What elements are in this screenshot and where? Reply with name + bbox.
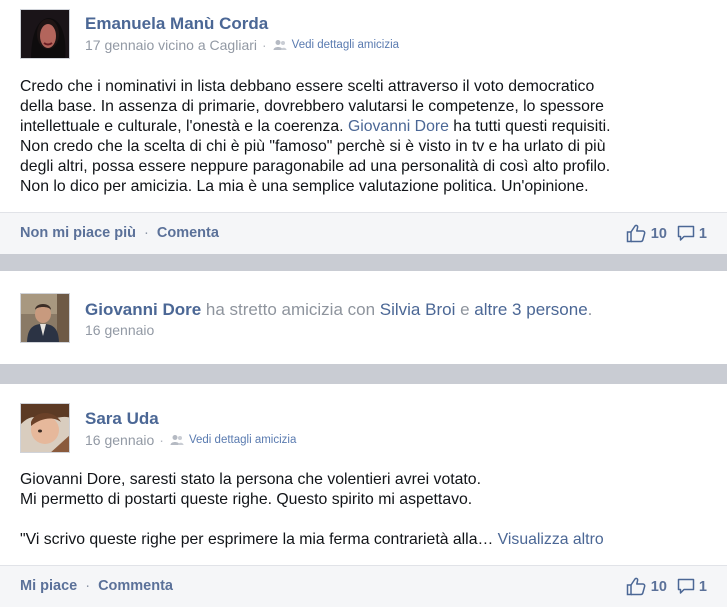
friend-link[interactable]: Silvia Broi — [380, 300, 456, 319]
friendship-details-link[interactable]: Vedi dettagli amicizia — [292, 39, 399, 51]
post-card: Emanuela Manù Corda 17 gennaio vicino a … — [0, 0, 727, 254]
separator: · — [159, 432, 164, 448]
post-date-place[interactable]: 17 gennaio vicino a Cagliari — [85, 37, 257, 53]
activity-card: Giovanni Dore ha stretto amicizia con Si… — [0, 271, 727, 364]
comment-button[interactable]: Comenta — [157, 225, 219, 241]
unlike-button[interactable]: Non mi piace più — [20, 225, 136, 241]
like-count[interactable]: 10 — [651, 579, 667, 595]
post-line: degli altri, possa essere neppure parago… — [20, 158, 611, 175]
avatar[interactable] — [20, 403, 70, 453]
friends-icon — [273, 40, 287, 50]
post-body: Credo che i nominativi in lista debbano … — [20, 77, 611, 197]
see-more-link[interactable]: Visualizza altro — [498, 531, 604, 548]
friendship-details-link[interactable]: Vedi dettagli amicizia — [189, 434, 296, 446]
comment-count[interactable]: 1 — [699, 579, 707, 595]
post-line: Mi permetto di postarti queste righe. Qu… — [20, 491, 473, 508]
post-meta: 16 gennaio — [85, 322, 154, 338]
post-card: Sara Uda 16 gennaio · Vedi dettagli amic… — [0, 384, 727, 607]
post-line: Giovanni Dore, saresti stato la persona … — [20, 471, 481, 488]
friends-icon — [170, 435, 184, 445]
like-count[interactable]: 10 — [651, 226, 667, 242]
author-name[interactable]: Giovanni Dore — [85, 300, 201, 319]
post-date[interactable]: 16 gennaio — [85, 322, 154, 338]
author-name[interactable]: Sara Uda — [85, 409, 159, 429]
post-line: Non lo dico per amicizia. La mia è una s… — [20, 178, 589, 195]
comment-count[interactable]: 1 — [699, 226, 707, 242]
post-line: "Vi scrivo queste righe per esprimere la… — [20, 531, 604, 548]
post-meta: 16 gennaio · Vedi dettagli amicizia — [85, 432, 296, 448]
mention-link[interactable]: Giovanni Dore — [348, 118, 449, 135]
thumbs-up-icon[interactable] — [626, 224, 646, 243]
post-meta: 17 gennaio vicino a Cagliari · Vedi dett… — [85, 37, 399, 53]
others-link[interactable]: altre 3 persone — [474, 300, 587, 319]
activity-text: Giovanni Dore ha stretto amicizia con Si… — [85, 300, 593, 319]
avatar[interactable] — [20, 293, 70, 343]
post-line: Non credo che la scelta di chi è più "fa… — [20, 138, 606, 155]
post-date[interactable]: 16 gennaio — [85, 432, 154, 448]
separator: · — [144, 225, 149, 241]
separator: · — [85, 578, 91, 594]
post-footer: Non mi piace più · Comenta 10 1 — [0, 212, 727, 254]
separator: · — [262, 37, 267, 53]
post-line: Credo che i nominativi in lista debbano … — [20, 78, 595, 95]
post-footer: Mi piace · Commenta 10 1 — [0, 565, 727, 607]
author-name[interactable]: Emanuela Manù Corda — [85, 14, 268, 34]
post-line: della base. In assenza di primarie, dovr… — [20, 98, 604, 115]
comment-button[interactable]: Commenta — [98, 578, 173, 594]
thumbs-up-icon[interactable] — [626, 577, 646, 596]
speech-bubble-icon[interactable] — [677, 578, 695, 595]
like-button[interactable]: Mi piace — [20, 578, 77, 594]
avatar[interactable] — [20, 9, 70, 59]
post-line: intellettuale e culturale, l'onestà e la… — [20, 118, 611, 135]
post-body: Giovanni Dore, saresti stato la persona … — [20, 470, 604, 550]
speech-bubble-icon[interactable] — [677, 225, 695, 242]
